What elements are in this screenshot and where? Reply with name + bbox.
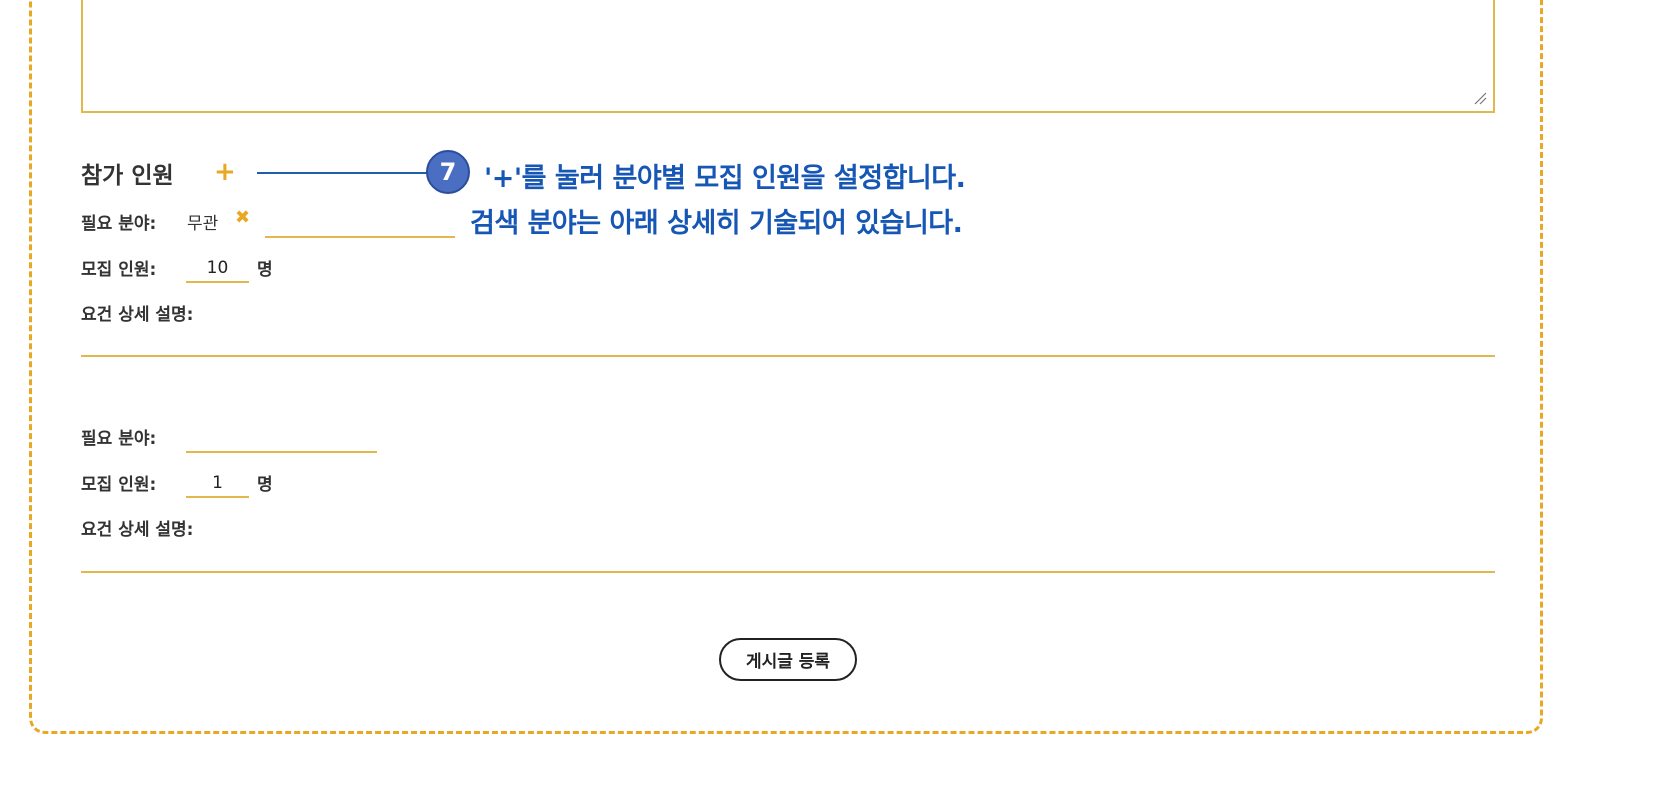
entry-divider: [81, 571, 1495, 573]
detail-label: 요건 상세 설명:: [81, 305, 194, 325]
plus-icon[interactable]: +: [214, 156, 236, 188]
callout-line-1: '+'를 눌러 분야별 모집 인원을 설정합니다.: [484, 163, 966, 194]
count-label: 모집 인원:: [81, 475, 157, 495]
step-badge: 7: [426, 150, 470, 194]
resize-grip-icon[interactable]: [1473, 91, 1487, 105]
count-unit: 명: [257, 260, 273, 280]
callout-connector: [257, 172, 430, 174]
submit-post-button[interactable]: 게시글 등록: [719, 638, 857, 681]
entry-divider: [81, 355, 1495, 357]
field-label: 필요 분야:: [81, 429, 157, 449]
field-label: 필요 분야:: [81, 214, 157, 234]
field-search-input[interactable]: [186, 425, 377, 453]
description-textarea[interactable]: [81, 0, 1495, 113]
count-label: 모집 인원:: [81, 260, 157, 280]
count-input[interactable]: [186, 254, 249, 283]
detail-label: 요건 상세 설명:: [81, 520, 194, 540]
close-icon[interactable]: ✖: [235, 207, 250, 228]
field-search-input[interactable]: [265, 212, 455, 238]
count-unit: 명: [257, 475, 273, 495]
field-tag: 무관: [187, 214, 219, 234]
count-input[interactable]: [186, 469, 249, 498]
participants-title: 참가 인원: [81, 163, 174, 189]
callout-line-2: 검색 분야는 아래 상세히 기술되어 있습니다.: [470, 208, 963, 239]
